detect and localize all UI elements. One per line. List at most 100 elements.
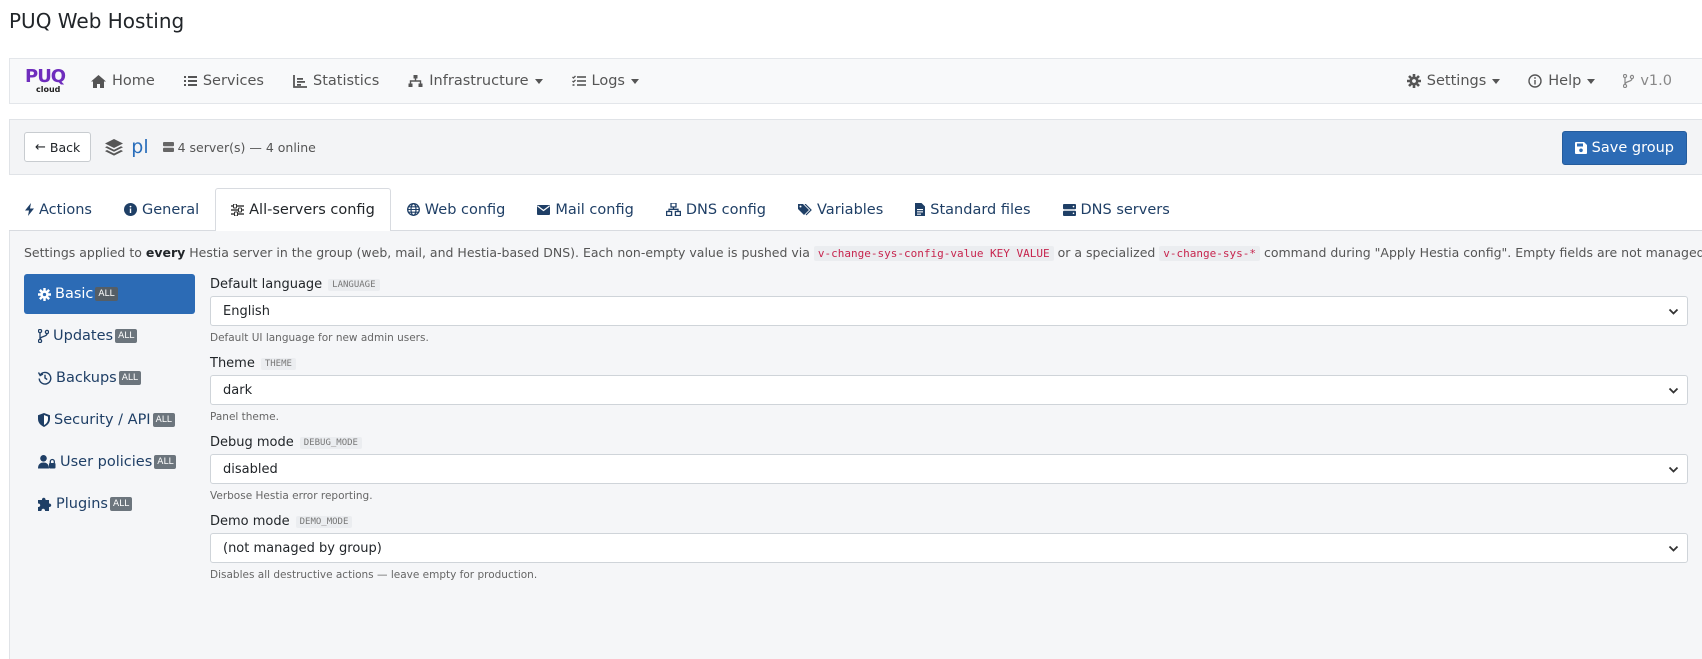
nav-infrastructure-label: Infrastructure: [429, 73, 529, 89]
chevron-down-icon: [630, 78, 639, 84]
scope-badge: ALL: [152, 413, 175, 427]
tab-label: Variables: [817, 201, 884, 218]
field-label: Theme THEME: [210, 355, 1688, 372]
intro-emphasis: every: [145, 245, 186, 260]
scope-badge: ALL: [154, 455, 177, 469]
list-check-icon: [571, 75, 586, 86]
tab-label: Standard files: [930, 201, 1031, 218]
sidebar-item-label: Basic: [55, 286, 94, 302]
intro-part: Settings applied to: [24, 245, 146, 260]
tab-mail-config[interactable]: Mail config: [521, 188, 649, 230]
sidebar-item-updates[interactable]: Updates ALL: [24, 316, 195, 356]
save-group-button[interactable]: Save group: [1561, 131, 1687, 165]
field-label-text: Default language: [210, 277, 323, 292]
debug-mode-select[interactable]: disabled: [210, 454, 1688, 484]
scope-badge: ALL: [115, 329, 138, 343]
tab-dns-config[interactable]: DNS config: [650, 188, 782, 230]
sidebar-item-backups[interactable]: Backups ALL: [24, 358, 195, 398]
intro-part: command during "Apply Hestia config". Em…: [1260, 245, 1702, 260]
group-name: pl: [131, 136, 149, 158]
back-button-label: Back: [49, 139, 81, 155]
intro-text: Settings applied to every Hestia server …: [24, 245, 1702, 261]
field-help: Disables all destructive actions — leave…: [210, 569, 538, 581]
all-servers-config-panel: Settings applied to every Hestia server …: [9, 231, 1702, 659]
tab-general[interactable]: General: [108, 188, 215, 230]
tab-label: General: [141, 201, 200, 218]
select-value: dark: [223, 382, 253, 398]
nav-home-label: Home: [112, 73, 155, 89]
field-label: Debug mode DEBUG_MODE: [210, 434, 1688, 451]
tab-actions[interactable]: Actions: [9, 188, 108, 230]
info-circle-icon: [1528, 74, 1542, 88]
tab-label: Mail config: [555, 201, 634, 218]
nav-infrastructure[interactable]: Infrastructure: [408, 73, 543, 89]
nav-services-label: Services: [202, 73, 264, 89]
server-count: 4 server(s) — 4 online: [162, 139, 316, 155]
history-icon: [38, 371, 52, 385]
tab-all-servers-config[interactable]: All-servers config: [215, 188, 391, 231]
nav-home[interactable]: Home: [91, 73, 155, 89]
theme-select[interactable]: dark: [210, 375, 1688, 405]
arrow-left-icon: ←: [35, 139, 46, 155]
tags-icon: [798, 203, 812, 215]
sliders-icon: [231, 204, 245, 216]
floppy-disk-icon: [1574, 142, 1587, 154]
nav-services[interactable]: Services: [183, 73, 264, 89]
nav-settings[interactable]: Settings: [1406, 73, 1501, 89]
nav-help[interactable]: Help: [1528, 73, 1596, 89]
nav-logs[interactable]: Logs: [571, 73, 639, 89]
chevron-down-icon: [534, 78, 543, 84]
tab-standard-files[interactable]: Standard files: [899, 188, 1046, 230]
select-value: English: [223, 303, 270, 319]
scope-badge: ALL: [95, 287, 118, 301]
nav-version[interactable]: v1.0: [1623, 73, 1672, 89]
home-icon: [91, 74, 106, 88]
config-tabs: Actions General All-servers config Web c…: [9, 188, 1702, 231]
intro-part: or a specialized: [1053, 245, 1160, 260]
select-value: disabled: [223, 461, 278, 477]
server-count-text: 4 server(s) — 4 online: [177, 139, 316, 155]
info-icon: [123, 203, 137, 216]
server-icon: [162, 142, 174, 152]
sidebar-item-basic[interactable]: Basic ALL: [24, 274, 195, 314]
network-icon: [665, 203, 681, 216]
tab-web-config[interactable]: Web config: [391, 188, 522, 230]
nav-settings-label: Settings: [1426, 73, 1487, 89]
tab-label: Actions: [39, 201, 92, 218]
page-title: PUQ Web Hosting: [9, 9, 185, 33]
field-label: Default language LANGUAGE: [210, 276, 1688, 293]
list-icon: [183, 76, 197, 86]
globe-icon: [406, 203, 420, 216]
tab-dns-servers[interactable]: DNS servers: [1047, 188, 1186, 230]
logo-text: PUQ: [25, 66, 66, 87]
sidebar-item-security-api[interactable]: Security / API ALL: [24, 400, 195, 440]
back-button[interactable]: ← Back: [24, 132, 92, 162]
puq-logo[interactable]: PUQ cloud: [25, 66, 71, 94]
field-help: Verbose Hestia error reporting.: [210, 490, 373, 502]
layers-icon: [105, 138, 124, 156]
sidebar-item-plugins[interactable]: Plugins ALL: [24, 484, 195, 524]
chevron-down-icon: [1668, 308, 1679, 315]
bolt-icon: [25, 203, 34, 216]
nav-help-label: Help: [1548, 73, 1582, 89]
field-demo-mode: Demo mode DEMO_MODE (not managed by grou…: [210, 513, 1688, 582]
field-default-language: Default language LANGUAGE English Defaul…: [210, 276, 1688, 345]
chevron-down-icon: [1668, 545, 1679, 552]
gear-icon: [38, 287, 51, 301]
intro-code: v-change-sys-*: [1159, 246, 1261, 261]
server-icon: [1062, 203, 1076, 216]
config-key: DEMO_MODE: [295, 515, 353, 528]
tab-variables[interactable]: Variables: [782, 188, 899, 230]
intro-code: v-change-sys-config-value KEY VALUE: [813, 246, 1054, 261]
sidebar-item-user-policies[interactable]: User policies ALL: [24, 442, 195, 482]
sidebar-item-label: Security / API: [54, 412, 151, 428]
field-theme: Theme THEME dark Panel theme.: [210, 355, 1688, 424]
sidebar-item-label: Plugins: [56, 496, 108, 512]
scope-badge: ALL: [109, 497, 133, 511]
intro-part: Hestia server in the group (web, mail, a…: [185, 245, 814, 260]
nav-statistics[interactable]: Statistics: [293, 73, 379, 89]
language-select[interactable]: English: [210, 296, 1688, 326]
demo-mode-select[interactable]: (not managed by group): [210, 533, 1688, 563]
tab-label: DNS servers: [1080, 201, 1170, 218]
tab-label: Web config: [424, 201, 506, 218]
